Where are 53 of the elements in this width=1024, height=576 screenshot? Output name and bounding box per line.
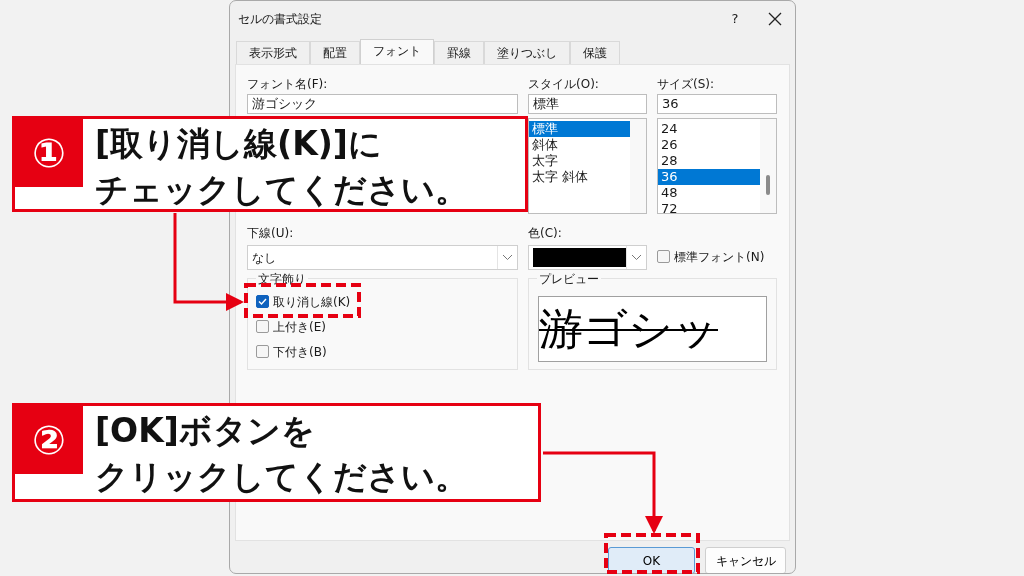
field-label: スタイル(O): [528,76,600,93]
step-number: ① [15,119,83,187]
font-name-field[interactable]: 游ゴシック [247,94,518,114]
preview-text: 游ゴシッ [538,296,767,362]
cancel-button[interactable]: キャンセル [705,547,786,573]
callout-text: チェックしてください。 [95,169,468,211]
list-item[interactable]: 24 [658,121,760,137]
checkbox[interactable] [256,320,269,333]
chevron-icon [503,255,512,260]
checkbox[interactable] [256,345,269,358]
tab[interactable]: 表示形式 [236,41,310,64]
list-item[interactable]: 48 [658,185,760,201]
checkbox-label: 上付き(E) [273,318,326,336]
tab[interactable]: 塗りつぶし [484,41,570,64]
help-button[interactable]: ? [715,9,755,29]
list-item[interactable]: 36 [658,169,760,185]
step-number: ② [15,406,83,474]
underline-dropdown[interactable]: なし [247,245,518,270]
tab[interactable]: 罫線 [434,41,484,64]
dropdown-value: なし [252,249,276,267]
field-label: フォント名(F): [247,76,329,93]
window-title: セルの書式設定 [238,11,322,28]
ok-button[interactable]: OK [608,547,695,573]
checkbox-label: 取り消し線(K) [273,293,351,311]
style-field[interactable]: 標準 [528,94,647,114]
checkbox[interactable] [256,295,269,308]
list-item[interactable]: 標準 [529,121,630,137]
scrollbar[interactable] [760,119,776,213]
callout-text: クリックしてください。 [95,456,468,498]
color-dropdown[interactable] [528,245,647,270]
list-item[interactable]: 72 [658,201,760,217]
field-label: サイズ(S): [657,76,716,93]
list-item[interactable]: 太字 斜体 [529,169,630,185]
checkbox-label: 標準フォント(N) [674,248,765,266]
list-item[interactable]: 斜体 [529,137,630,153]
field-label: 色(C): [528,225,563,242]
tab[interactable]: 配置 [310,41,360,64]
list-item[interactable]: 28 [658,153,760,169]
checkbox-label: 下付き(B) [273,343,327,361]
list-item[interactable]: 太字 [529,153,630,169]
scrollbar-thumb[interactable] [766,175,770,195]
size-field[interactable]: 36 [657,94,777,114]
checkbox[interactable] [657,250,670,263]
tab[interactable]: 保護 [570,41,620,64]
tab[interactable]: フォント [360,39,434,64]
callout-text: [OK]ボタンを [95,410,315,452]
close-icon[interactable] [768,12,782,26]
list-item[interactable]: 26 [658,137,760,153]
chevron-icon [632,255,642,260]
callout-text: [取り消し線(K)]に [95,123,382,165]
group-title: プレビュー [537,270,601,288]
scrollbar[interactable] [630,119,646,213]
field-label: 下線(U): [247,225,295,242]
